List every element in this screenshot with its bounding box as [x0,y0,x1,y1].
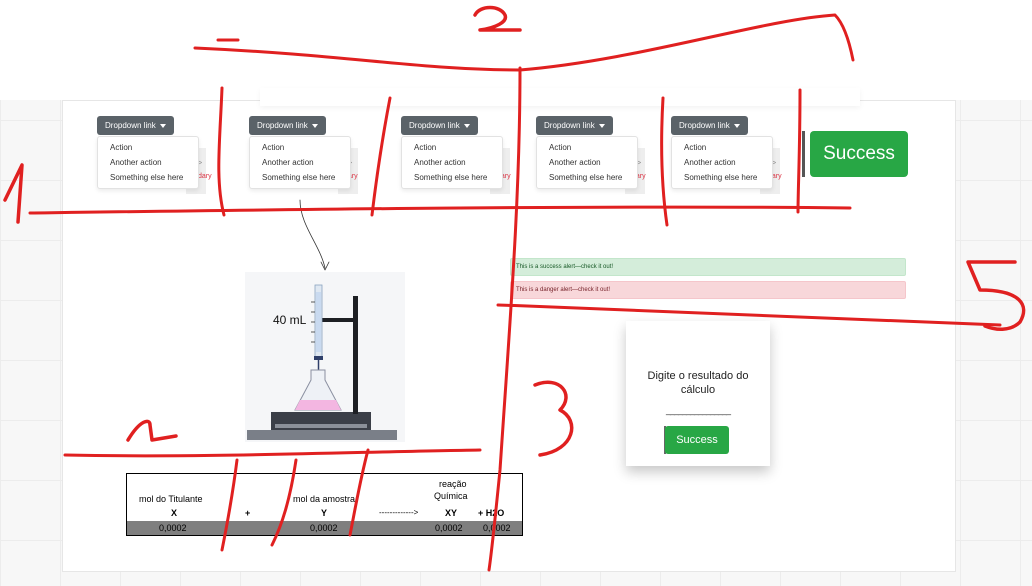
dropdown-item-something-else[interactable]: Something else here [250,170,350,185]
value-amostra: 0,0002 [310,523,338,533]
dropdown-1: Dropdown link Action Another action Some… [97,116,199,189]
top-area [0,0,1032,100]
header-reacao: reação [439,479,467,489]
label-h2o: + H2O [478,508,505,518]
label-x: X [171,508,178,518]
dropdown-3: Dropdown link Action Another action Some… [401,116,503,189]
dropdown-4: Dropdown link Action Another action Some… [536,116,638,189]
card-success-button[interactable]: Success [665,426,729,454]
header-quimica: Química [434,491,468,501]
vertical-divider [802,131,805,177]
burette-volume-label: 40 mL [273,313,307,327]
dropdown-toggle-button[interactable]: Dropdown link [249,116,326,135]
dropdown-item-another-action[interactable]: Another action [402,155,502,170]
dropdown-item-action[interactable]: Action [672,140,772,155]
dropdown-item-action[interactable]: Action [402,140,502,155]
dropdown-item-something-else[interactable]: Something else here [537,170,637,185]
label-y: Y [321,508,328,518]
dropdown-menu: Action Another action Something else her… [671,136,773,189]
dropdown-toggle-button[interactable]: Dropdown link [97,116,174,135]
dropdown-item-another-action[interactable]: Another action [98,155,198,170]
dropdown-menu: Action Another action Something else her… [249,136,351,189]
value-h2o: 0,0002 [483,523,511,533]
dropdown-item-another-action[interactable]: Another action [537,155,637,170]
header-strip [260,88,860,106]
dropdown-menu: Action Another action Something else her… [401,136,503,189]
dropdown-menu: Action Another action Something else her… [97,136,199,189]
caret-down-icon [598,123,605,128]
danger-alert: This is a danger alert—check it out! [510,281,906,299]
dropdown-item-something-else[interactable]: Something else here [98,170,198,185]
titration-illustration [245,272,405,442]
dropdown-item-action[interactable]: Action [98,140,198,155]
value-titulante: 0,0002 [159,523,187,533]
result-card: Digite o resultado do cálculo __________… [626,321,770,466]
card-prompt: Digite o resultado do cálculo [647,370,749,396]
success-alert: This is a success alert—check it out! [510,258,906,276]
value-xy: 0,0002 [435,523,463,533]
label-xy: XY [445,508,458,518]
reaction-table: mol do Titulante mol da amostra reação Q… [126,473,523,536]
reaction-arrow: -------------> [379,508,419,517]
partial-text: dary [198,173,212,180]
dropdown-toggle-button[interactable]: Dropdown link [401,116,478,135]
dropdown-item-something-else[interactable]: Something else here [672,170,772,185]
dropdown-item-another-action[interactable]: Another action [250,155,350,170]
header-titulante: mol do Titulante [139,494,203,504]
dropdown-item-something-else[interactable]: Something else here [402,170,502,185]
dropdown-item-action[interactable]: Action [537,140,637,155]
caret-down-icon [311,123,318,128]
dropdown-item-another-action[interactable]: Another action [672,155,772,170]
caret-down-icon [733,123,740,128]
dropdown-menu: Action Another action Something else her… [536,136,638,189]
caret-down-icon [159,123,166,128]
dropdown-5: Dropdown link Action Another action Some… [671,116,773,189]
dropdown-2: Dropdown link Action Another action Some… [249,116,351,189]
dropdown-item-action[interactable]: Action [250,140,350,155]
success-button[interactable]: Success [810,131,908,177]
dropdown-toggle-button[interactable]: Dropdown link [671,116,748,135]
answer-blank: ________________ [665,405,731,415]
header-amostra: mol da amostra [293,494,356,504]
label-plus: + [245,508,251,518]
dropdown-toggle-button[interactable]: Dropdown link [536,116,613,135]
caret-down-icon [463,123,470,128]
